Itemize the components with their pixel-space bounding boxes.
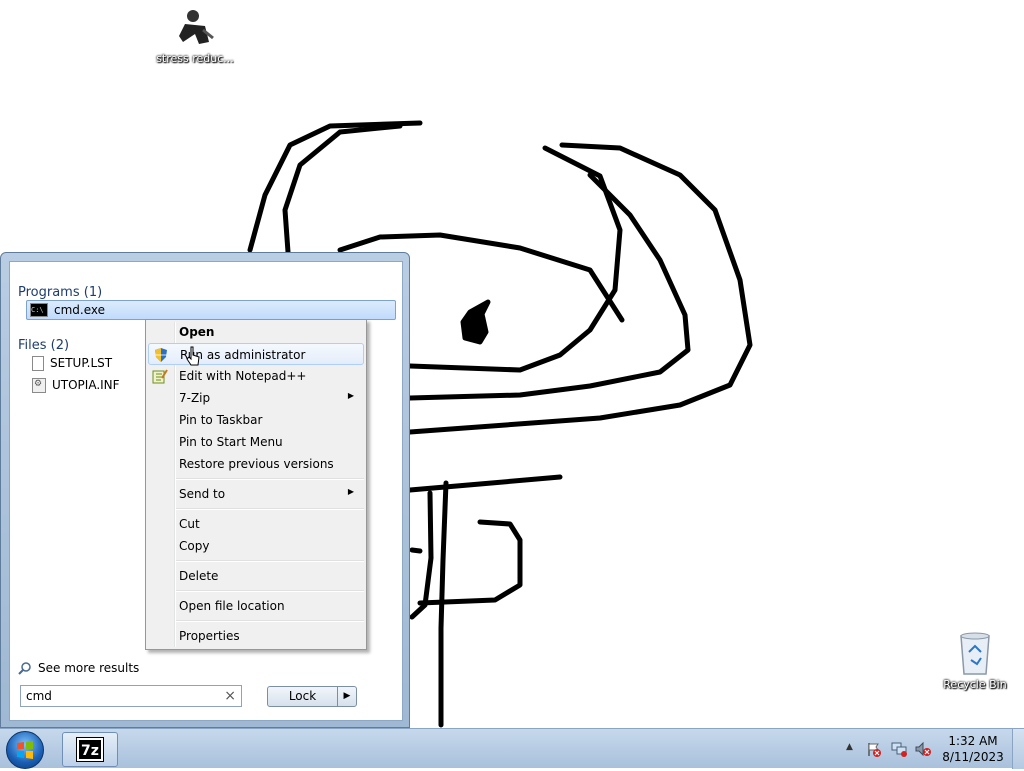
lock-button-label[interactable]: Lock xyxy=(268,687,337,706)
menu-item-label: Restore previous versions xyxy=(179,457,334,471)
clear-search-icon[interactable]: × xyxy=(224,688,236,704)
menu-separator xyxy=(176,508,364,510)
menu-item-delete[interactable]: Delete xyxy=(148,565,364,587)
menu-item-open-file-location[interactable]: Open file location xyxy=(148,595,364,617)
menu-separator xyxy=(176,590,364,592)
menu-item-label: Pin to Start Menu xyxy=(179,435,283,449)
document-icon xyxy=(32,355,44,371)
menu-separator xyxy=(176,620,364,622)
lock-button[interactable]: Lock ▶ xyxy=(267,686,357,707)
taskbar: 7z ▲ 1:32 AM 8/11/2023 xyxy=(0,728,1024,769)
menu-item-edit-with-notepad-plus-plus[interactable]: Edit with Notepad++ xyxy=(148,365,364,387)
start-button[interactable] xyxy=(6,731,44,769)
menu-item-open[interactable]: Open xyxy=(148,321,364,343)
clock-time: 1:32 AM xyxy=(948,734,998,748)
menu-item-label: Cut xyxy=(179,517,200,531)
volume-muted-icon[interactable] xyxy=(914,741,932,757)
menu-item-label: Open file location xyxy=(179,599,285,613)
menu-separator xyxy=(176,560,364,562)
menu-item-run-as-administrator[interactable]: Run as administrator xyxy=(148,343,364,365)
menu-item-properties[interactable]: Properties xyxy=(148,625,364,647)
see-more-results-label: See more results xyxy=(38,661,140,675)
program-result-label: cmd.exe xyxy=(54,303,106,317)
program-result-cmd[interactable]: C:\ cmd.exe xyxy=(26,300,396,320)
network-icon[interactable] xyxy=(890,741,908,757)
menu-item-label: Copy xyxy=(179,539,210,553)
notepad-plus-plus-icon xyxy=(152,369,168,384)
menu-item-pin-to-start-menu[interactable]: Pin to Start Menu xyxy=(148,431,364,453)
menu-item-copy[interactable]: Copy xyxy=(148,535,364,557)
settings-file-icon xyxy=(32,377,46,393)
start-search-box[interactable]: × xyxy=(20,685,242,707)
menu-separator xyxy=(176,478,364,480)
programs-group-header: Programs (1) xyxy=(18,285,103,300)
action-center-flag-icon[interactable] xyxy=(866,741,882,757)
7zip-icon: 7z xyxy=(76,737,104,762)
menu-item-label: Edit with Notepad++ xyxy=(179,369,307,383)
desktop-icon-recycle-bin[interactable]: Recycle Bin xyxy=(930,630,1020,691)
menu-item-label: Pin to Taskbar xyxy=(179,413,263,427)
file-result-label: SETUP.LST xyxy=(50,356,113,370)
stress-reducer-icon xyxy=(179,10,214,44)
menu-item-label: 7-Zip xyxy=(179,391,211,405)
desktop-icon-stress-reducer[interactable]: stress reduc... xyxy=(150,8,240,65)
menu-item-label: Open xyxy=(179,325,215,339)
see-more-results-link[interactable]: See more results xyxy=(18,658,139,678)
clock-date: 8/11/2023 xyxy=(942,750,1004,764)
menu-item-pin-to-taskbar[interactable]: Pin to Taskbar xyxy=(148,409,364,431)
submenu-arrow-icon: ▶ xyxy=(347,391,354,400)
magnifier-icon xyxy=(18,662,31,675)
files-group-header: Files (2) xyxy=(18,338,70,353)
show-desktop-button[interactable] xyxy=(1012,729,1024,769)
menu-item-7-zip[interactable]: 7-Zip ▶ xyxy=(148,387,364,409)
menu-item-send-to[interactable]: Send to ▶ xyxy=(148,483,364,505)
desktop-icon-label: Recycle Bin xyxy=(943,678,1007,691)
menu-item-restore-previous-versions[interactable]: Restore previous versions xyxy=(148,453,364,475)
menu-item-label: Properties xyxy=(179,629,240,643)
file-result-label: UTOPIA.INF xyxy=(52,378,120,392)
menu-item-cut[interactable]: Cut xyxy=(148,513,364,535)
uac-shield-icon xyxy=(155,348,167,362)
mouse-cursor-icon xyxy=(186,346,200,366)
recycle-bin-icon xyxy=(960,632,990,675)
taskbar-7zip-button[interactable]: 7z xyxy=(62,732,118,767)
show-hidden-icons-button[interactable]: ▲ xyxy=(846,742,853,752)
menu-item-label: Send to xyxy=(179,487,226,501)
menu-item-label: Delete xyxy=(179,569,219,583)
cmd-icon: C:\ xyxy=(30,303,48,317)
context-menu: Open Run as administrator Edit with Note… xyxy=(145,319,367,650)
taskbar-clock[interactable]: 1:32 AM 8/11/2023 xyxy=(940,733,1006,765)
submenu-arrow-icon: ▶ xyxy=(347,487,354,496)
search-input[interactable] xyxy=(26,689,225,703)
power-options-arrow-icon[interactable]: ▶ xyxy=(337,687,356,706)
desktop-icon-label: stress reduc... xyxy=(156,52,234,65)
file-result-setup-lst[interactable]: SETUP.LST xyxy=(32,353,112,373)
file-result-utopia-inf[interactable]: UTOPIA.INF xyxy=(32,375,120,395)
windows-logo-icon xyxy=(17,741,33,759)
